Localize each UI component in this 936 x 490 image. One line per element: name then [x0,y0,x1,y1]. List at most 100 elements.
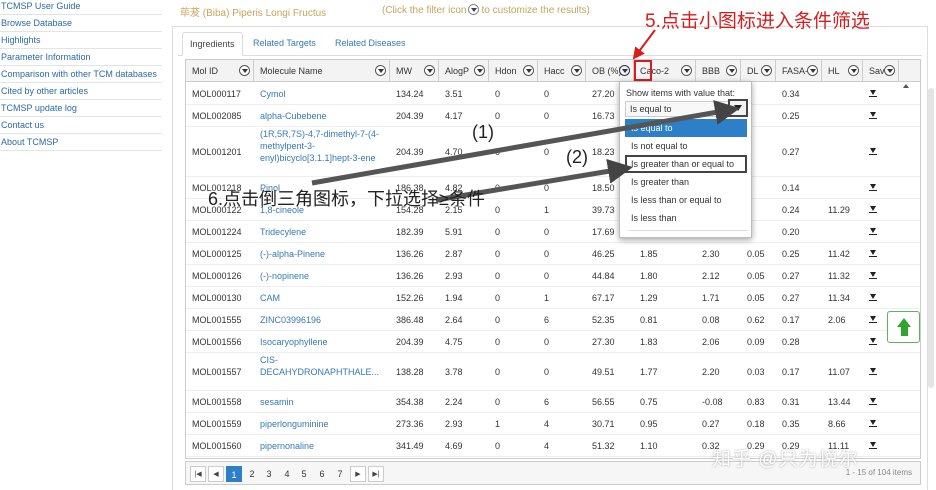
pager-last-button[interactable]: ▶| [368,466,384,482]
save-download-icon[interactable] [869,315,877,325]
cell-caco-2: 1.85 [640,249,658,259]
cell-fasa: 0.34 [782,89,800,99]
table-row[interactable]: MOL000125 (-)-alpha-Pinene 136.26 2.87 0 0 46.… [186,243,920,265]
cell-hdon: 0 [495,111,501,121]
cell-molecule-name[interactable]: Isocaryophyllene [254,336,390,348]
pager-prev-button[interactable]: ◀ [208,466,224,482]
column-header-molecule-name[interactable]: Molecule Name [254,60,390,82]
filter-hint-icon [468,4,480,15]
pager-page-1[interactable]: 1 [226,466,242,482]
save-download-icon[interactable] [869,89,877,99]
pager-page-4[interactable]: 4 [279,466,295,482]
save-download-icon[interactable] [869,111,877,121]
cell-molecule-name[interactable]: (-)-alpha-Pinene [254,248,390,260]
tab-ingredients[interactable]: Ingredients [182,32,243,56]
sidebar-item-about[interactable]: About TCMSP [0,134,162,151]
sidebar-item-contact[interactable]: Contact us [0,117,162,134]
cell-molecule-name[interactable]: (-)-nopinene [254,270,390,282]
option-less-or-equal[interactable]: Is less than or equal to [625,191,747,209]
filter-icon-mw[interactable] [424,65,435,76]
cell-hl: 2.06 [828,315,846,325]
option-is-not-equal-to[interactable]: Is not equal to [625,137,747,155]
filter-icon-bbb[interactable] [726,65,737,76]
sidebar-item-user-guide[interactable]: TCMSP User Guide [0,0,162,15]
filter-icon-hl[interactable] [848,65,859,76]
cell-hdon: 0 [495,293,501,303]
cell-molecule-name[interactable]: ZINC03996196 [254,314,390,326]
pager-next-button[interactable]: ▶ [350,466,366,482]
cell-mol-id: MOL001201 [192,147,242,157]
table-row[interactable]: MOL000117Cymol134.243.510027.2020.34 [186,83,920,105]
cell-molecule-name[interactable]: alpha-Cubebene [254,110,390,122]
cell-molecule-name[interactable]: pipernonaline [254,440,390,452]
table-row[interactable]: MOL001559 piperlonguminine 273.36 2.93 1 4 30.… [186,413,920,435]
save-download-icon[interactable] [869,147,877,157]
table-row[interactable]: MOL001201 (1R,5R,7S)-4,7-dimethyl-7-(4-me… [186,127,920,177]
cell-molecule-name[interactable]: Tridecylene [254,226,390,238]
scrollbar-thumb[interactable] [928,88,934,388]
save-download-icon[interactable] [869,419,877,429]
cell-mw: 273.36 [396,419,424,429]
sidebar-item-browse-database[interactable]: Browse Database [0,15,162,32]
table-row[interactable]: MOL001555 ZINC03996196 386.48 2.64 0 6 52.35 0.… [186,309,920,331]
filter-icon-save[interactable] [884,65,895,76]
save-download-icon[interactable] [869,367,877,377]
filter-icon-ob[interactable] [619,65,630,76]
table-row[interactable]: MOL000130 CAM 152.26 1.94 0 1 67.17 1.29 1.71 0.0… [186,287,920,309]
save-download-icon[interactable] [869,271,877,281]
cell-caco-2: 0.95 [640,419,658,429]
save-download-icon[interactable] [869,397,877,407]
filter-icon-mol-id[interactable] [239,65,250,76]
sidebar-item-comparison[interactable]: Comparison with other TCM databases [0,66,162,83]
pager-page-3[interactable]: 3 [261,466,277,482]
filter-icon-alogp[interactable] [474,65,485,76]
sidebar-item-highlights[interactable]: Highlights [0,32,162,49]
filter-icon-hdon[interactable] [523,65,534,76]
cell-mol-id: MOL000125 [192,249,242,259]
table-row[interactable]: MOL001224Tridecylene182.395.910017.6930.… [186,221,920,243]
option-greater-than[interactable]: Is greater than [625,173,747,191]
scroll-to-top-icon[interactable] [887,311,920,343]
filter-icon-hacc[interactable] [571,65,582,76]
filter-hint: (Click the filter icon to customize the r… [382,4,590,16]
cell-molecule-name[interactable]: CIS-DECAHYDRONAPHTHALE... [254,354,390,378]
pager-first-button[interactable]: |◀ [190,466,206,482]
table-row[interactable]: MOL002085 alpha-Cubebene 204.39 4.17 0 0 16.73… [186,105,920,127]
save-download-icon[interactable] [869,293,877,303]
pager-page-5[interactable]: 5 [296,466,312,482]
pager-page-7[interactable]: 7 [332,466,348,482]
save-download-icon[interactable] [869,183,877,193]
save-download-icon[interactable] [869,249,877,259]
tab-related-diseases[interactable]: Related Diseases [328,32,413,56]
save-download-icon[interactable] [869,227,877,237]
sidebar-item-update-log[interactable]: TCMSP update log [0,100,162,117]
option-is-equal-to[interactable]: Is equal to [625,119,747,137]
sidebar: TCMSP User Guide Browse Database Highlig… [0,0,162,151]
select-dropdown-icon[interactable] [728,99,748,117]
sidebar-item-cited-by[interactable]: Cited by other articles [0,83,162,100]
filter-icon-caco-2[interactable] [681,65,692,76]
cell-molecule-name[interactable]: piperlonguminine [254,418,390,430]
save-download-icon[interactable] [869,337,877,347]
cell-molecule-name[interactable]: CAM [254,292,390,304]
filter-icon-fasa[interactable] [807,65,818,76]
table-row[interactable]: MOL001556 Isocaryophyllene 204.39 4.75 0 0 27.… [186,331,920,353]
scroll-up-icon[interactable] [903,84,909,88]
tab-related-targets[interactable]: Related Targets [246,32,323,56]
filter-icon-dl[interactable] [761,65,772,76]
option-less-than[interactable]: Is less than [625,209,747,227]
cell-molecule-name[interactable]: (1R,5R,7S)-4,7-dimethyl-7-(4-methylpent-… [254,128,390,164]
cell-molecule-name[interactable]: sesamin [254,396,390,408]
table-row[interactable]: MOL000126 (-)-nopinene 136.26 2.93 0 0 44.84 1.… [186,265,920,287]
cell-fasa: 0.31 [782,397,800,407]
cell-molecule-name[interactable]: Cymol [254,88,390,100]
pager-page-2[interactable]: 2 [244,466,260,482]
save-download-icon[interactable] [869,205,877,215]
option-greater-or-equal[interactable]: Is greater than or equal to [625,155,747,173]
pager-page-6[interactable]: 6 [314,466,330,482]
table-row[interactable]: MOL001558 sesamin 354.38 2.24 0 6 56.55 0.75 -0.… [186,391,920,413]
sidebar-item-parameter-information[interactable]: Parameter Information [0,49,162,66]
save-download-icon[interactable] [869,441,877,451]
table-row[interactable]: MOL001557 CIS-DECAHYDRONAPHTHALE... 138.28… [186,353,920,391]
filter-icon-molecule-name[interactable] [375,65,386,76]
